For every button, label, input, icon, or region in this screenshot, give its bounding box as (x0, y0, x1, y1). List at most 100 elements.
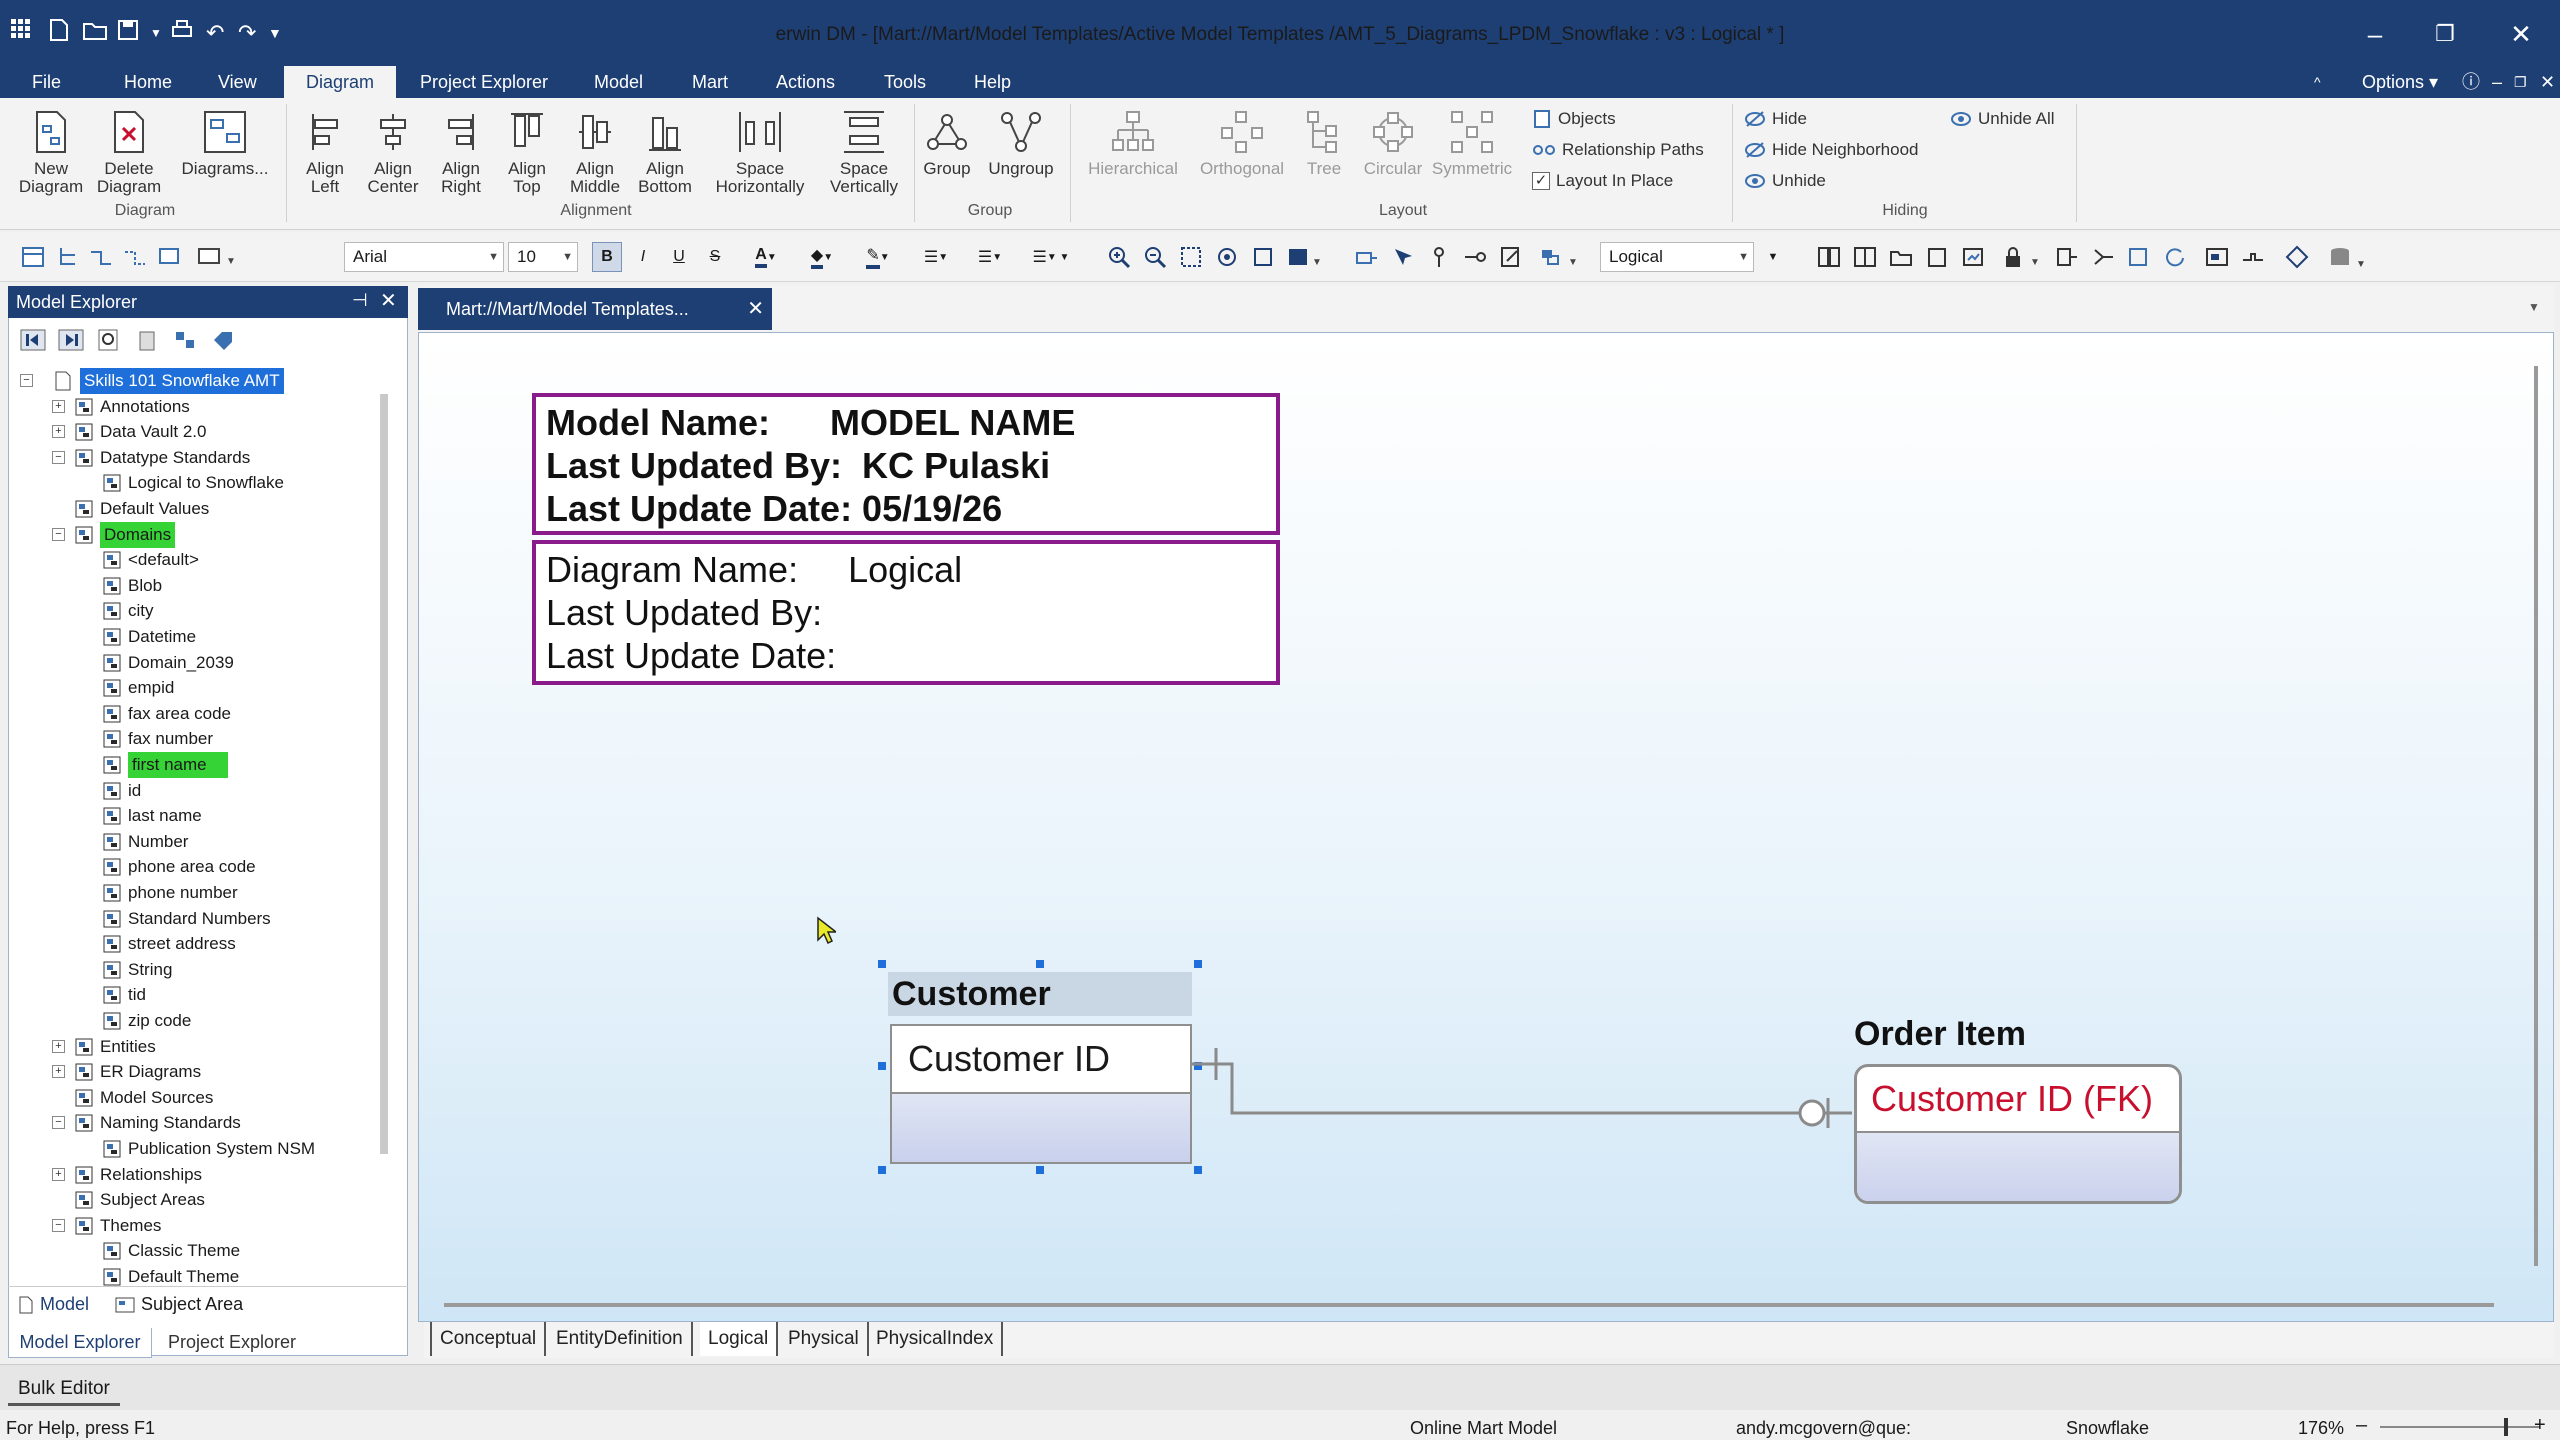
model-explorer-tab[interactable]: Model Explorer (8, 1328, 152, 1358)
ungroup-button[interactable]: Ungroup (980, 108, 1062, 208)
underline-button[interactable]: U (664, 242, 694, 272)
align-center-button[interactable]: Align Center (360, 108, 426, 208)
tree-node[interactable]: city (20, 598, 380, 624)
tree-node[interactable]: − Domains (20, 521, 380, 548)
diagram-header-box[interactable]: Diagram Name: Logical Last Updated By: L… (532, 540, 1280, 685)
delete-diagram-button[interactable]: Delete Diagram (92, 108, 166, 208)
image-export-icon[interactable] (2202, 242, 2232, 272)
model-view-tab[interactable]: Model (18, 1294, 89, 1315)
tab-close-icon[interactable]: ✕ (747, 288, 764, 330)
new-file-icon[interactable] (48, 18, 70, 48)
tree-node[interactable]: empid (20, 675, 380, 701)
diagrams-button[interactable]: Diagrams... (176, 108, 274, 208)
restore-button[interactable]: ❐ (2420, 16, 2470, 52)
tree-node[interactable]: first name (20, 752, 380, 778)
line-weight-icon[interactable]: ☰ ▼ (912, 242, 960, 272)
tree-node[interactable]: − Datatype Standards (20, 445, 380, 471)
project-explorer-tab[interactable]: Project Explorer (156, 1328, 308, 1358)
tree-node[interactable]: tid (20, 982, 380, 1008)
zoom-out-button[interactable]: – (2356, 1414, 2367, 1437)
tab-conceptual[interactable]: Conceptual (430, 1322, 547, 1356)
tree-node[interactable]: Model Sources (20, 1085, 380, 1111)
model-header-box[interactable]: Model Name: MODEL NAME Last Updated By: … (532, 393, 1280, 535)
tree-node[interactable]: + ER Diagrams (20, 1059, 380, 1085)
report-icon[interactable] (1958, 242, 1988, 272)
tree-node[interactable]: String (20, 957, 380, 983)
zoom-select-icon[interactable] (1176, 242, 1206, 272)
order-item-entity-box[interactable]: Customer ID (FK) (1854, 1064, 2182, 1204)
app-grid-icon[interactable] (10, 18, 32, 48)
line-color-icon[interactable]: ✎ ▼ (854, 242, 902, 272)
tab-physicalindex[interactable]: PhysicalIndex (868, 1322, 1004, 1356)
menu-mart[interactable]: Mart (678, 66, 742, 98)
align-top-button[interactable]: Align Top (496, 108, 558, 208)
tree-node[interactable]: Publication System NSM (20, 1136, 380, 1162)
bulk-editor-tab[interactable]: Bulk Editor (8, 1372, 120, 1406)
zoom-dropdown-icon[interactable]: ▼ (1284, 242, 1328, 272)
zoom-in-icon[interactable] (1104, 242, 1134, 272)
save-dropdown-icon[interactable]: ▼ (150, 18, 162, 48)
hierarchical-layout-button[interactable]: Hierarchical (1078, 108, 1188, 208)
expand-icon[interactable]: + (52, 425, 65, 439)
tree-node[interactable]: − Naming Standards (20, 1110, 380, 1136)
tree-node[interactable]: Blob (20, 573, 380, 599)
find-icon[interactable] (96, 328, 122, 352)
edit-icon[interactable] (1496, 242, 1526, 272)
tree-scrollbar[interactable] (380, 394, 388, 1154)
font-size-select[interactable]: 10 ▼ (508, 242, 578, 272)
zoom-slider-thumb[interactable] (2504, 1418, 2508, 1436)
redo-icon[interactable]: ↷ (238, 18, 256, 48)
clipboard-icon[interactable] (1922, 242, 1952, 272)
tree-node[interactable]: − Themes (20, 1213, 380, 1239)
tree-node[interactable]: zip code (20, 1008, 380, 1034)
collapse-icon[interactable]: − (20, 374, 33, 387)
ribbon-collapse-icon[interactable]: ^ (2300, 66, 2335, 98)
tree-node[interactable]: id (20, 778, 380, 804)
menu-home[interactable]: Home (110, 66, 186, 98)
relationship-line-icon[interactable] (86, 242, 116, 272)
menu-diagram[interactable]: Diagram (284, 66, 397, 98)
save-icon[interactable] (116, 18, 140, 48)
forward-icon[interactable] (58, 328, 84, 352)
print-icon[interactable] (170, 18, 194, 48)
fit-page-icon[interactable] (1248, 242, 1278, 272)
tree-scrollbar-thumb[interactable] (381, 394, 388, 1154)
relationship-dash-icon[interactable] (120, 242, 150, 272)
collapse-icon[interactable]: − (52, 450, 65, 464)
panel-close-icon[interactable]: ✕ (380, 288, 397, 313)
vertical-scrollbar-thumb[interactable] (2534, 366, 2538, 1266)
unhide-all-button[interactable]: Unhide All (1950, 106, 2055, 132)
new-diagram-button[interactable]: New Diagram (14, 108, 88, 208)
tree-node[interactable]: Number (20, 829, 380, 855)
tree-node[interactable]: last name (20, 803, 380, 829)
attribute-view-icon[interactable] (1850, 242, 1880, 272)
key-icon[interactable] (1424, 242, 1454, 272)
tree-node[interactable]: phone number (20, 880, 380, 906)
font-color-icon[interactable]: A ▼ (742, 242, 790, 272)
font-family-select[interactable]: Arial ▼ (344, 242, 504, 272)
tree-node[interactable]: + Data Vault 2.0 (20, 419, 380, 445)
forward-engineer-icon[interactable] (2052, 242, 2082, 272)
line-end-icon[interactable]: ☰ ▼ ▼ (1018, 242, 1084, 272)
menu-actions[interactable]: Actions (762, 66, 849, 98)
tab-entitydefinition[interactable]: EntityDefinition (548, 1322, 693, 1356)
tree-node[interactable]: + Relationships (20, 1162, 380, 1188)
tree-node[interactable]: street address (20, 931, 380, 957)
space-vertically-button[interactable]: Space Vertically (818, 108, 910, 208)
layout-in-place-checkbox[interactable]: ✓ (1532, 172, 1550, 190)
select-icon[interactable] (1388, 242, 1418, 272)
zoom-slider[interactable] (2380, 1426, 2540, 1428)
delete-icon[interactable] (134, 328, 160, 352)
refresh-icon[interactable] (2160, 242, 2190, 272)
line-style-icon[interactable]: ☰ ▼ (966, 242, 1014, 272)
orthogonal-layout-button[interactable]: Orthogonal (1190, 108, 1294, 208)
canvas-horizontal-scrollbar[interactable] (444, 1300, 2494, 1310)
tree-node[interactable]: + Entities (20, 1034, 380, 1060)
tree-node[interactable]: Subject Areas (20, 1187, 380, 1213)
menu-view[interactable]: View (204, 66, 271, 98)
align-bottom-button[interactable]: Align Bottom (630, 108, 700, 208)
menu-project-explorer[interactable]: Project Explorer (406, 66, 562, 98)
symmetric-layout-button[interactable]: Symmetric (1428, 108, 1516, 208)
align-left-button[interactable]: Align Left (294, 108, 356, 208)
tree-node[interactable]: fax number (20, 726, 380, 752)
